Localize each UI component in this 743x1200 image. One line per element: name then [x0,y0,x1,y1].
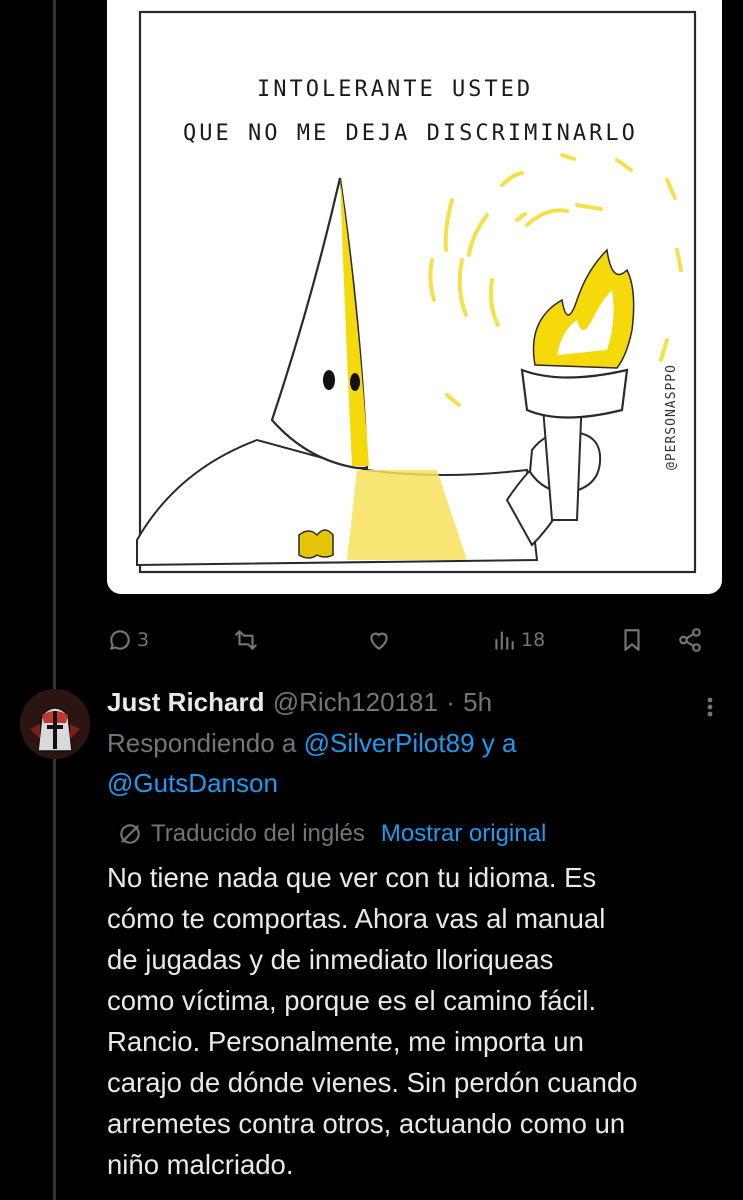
repost-icon [235,630,257,650]
heart-icon [370,632,388,650]
reply-icon [110,630,130,650]
reply-count: 3 [137,629,150,651]
bookmark-icon [624,629,640,651]
views-chart-icon [495,631,514,650]
comic-caption-line2: QUE NO ME DEJA DISCRIMINARLO [183,121,638,146]
show-original-link[interactable]: Mostrar original [381,817,546,851]
replying-and: y a [481,728,517,758]
translation-notice: Traducido del inglés Mostrar original [107,817,727,851]
reply-text: No tiene nada que ver con tu idioma. Es … [107,862,638,1180]
views-count: 18 [521,629,546,651]
bookmark-button[interactable] [619,620,645,660]
comic-caption-line1: INTOLERANTE USTED [257,77,533,102]
separator-dot: · [446,687,455,717]
tweet-image[interactable]: INTOLERANTE USTED QUE NO ME DEJA DISCRIM… [107,0,722,594]
like-button[interactable] [366,620,392,660]
reply-button[interactable]: 3 [107,620,149,660]
translated-label: Traducido del inglés [151,820,365,847]
reply-header: Just Richard @Rich120181 · 5h [107,684,727,721]
share-button[interactable] [677,620,703,660]
views-button[interactable]: 18 [491,620,545,660]
mention-silverpilot[interactable]: @SilverPilot89 [304,728,475,758]
timestamp[interactable]: 5h [463,687,492,717]
comic-signature: @PERSONASPPO [664,364,679,470]
replying-prefix: Respondiendo a [107,728,297,758]
avatar[interactable] [20,689,90,759]
user-name[interactable]: Just Richard [107,687,265,717]
reply-tweet: Just Richard @Rich120181 · 5h Respondien… [107,684,727,1185]
translate-icon [120,824,140,844]
user-handle[interactable]: @Rich120181 [273,687,438,717]
repost-button[interactable] [233,620,259,660]
share-icon [679,628,701,652]
mention-gutsdanson[interactable]: @GutsDanson [107,768,278,798]
thread-line [53,0,56,1200]
tweet-action-bar: 3 18 [107,620,717,660]
replying-to: Respondiendo a @SilverPilot89 y a @GutsD… [107,723,727,803]
